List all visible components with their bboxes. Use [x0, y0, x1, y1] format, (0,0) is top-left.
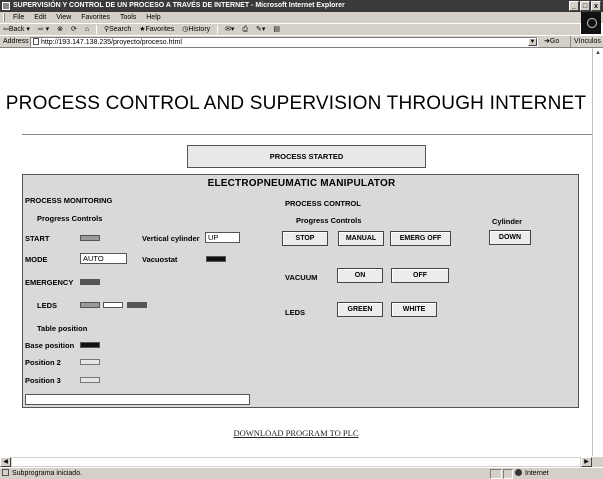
vacuum-off-button[interactable]: OFF	[391, 268, 449, 283]
process-status-banner: PROCESS STARTED	[187, 145, 426, 168]
window-titlebar: SUPERVISIÓN Y CONTROL DE UN PROCESO A TR…	[0, 0, 603, 12]
control-heading: PROCESS CONTROL	[285, 199, 361, 208]
emerg-off-button[interactable]: EMERG OFF	[390, 231, 451, 246]
table-position-label: Table position	[37, 324, 88, 333]
status-message: Subprograma iniciado.	[2, 468, 82, 479]
cylinder-down-button[interactable]: DOWN	[489, 230, 531, 245]
close-button[interactable]: x	[591, 1, 601, 11]
page-icon	[33, 38, 39, 45]
message-field	[25, 394, 250, 405]
position-3-indicator	[80, 377, 100, 383]
window-title: SUPERVISIÓN Y CONTROL DE UN PROCESO A TR…	[13, 2, 345, 9]
emergency-label: EMERGENCY	[25, 278, 74, 287]
led-indicator-2	[103, 302, 123, 308]
start-label: START	[25, 234, 50, 243]
scroll-right-icon[interactable]: ▶	[581, 457, 592, 467]
vacuostat-indicator	[206, 256, 226, 262]
internet-globe-icon	[515, 469, 522, 476]
toolbar-separator	[217, 24, 219, 34]
status-panel	[503, 469, 513, 479]
led-white-button[interactable]: WHITE	[391, 302, 437, 317]
horizontal-scrollbar[interactable]: ◀ ▶	[0, 456, 603, 467]
security-zone: Internet	[515, 468, 549, 479]
windows-logo-icon	[581, 12, 601, 34]
position-3-label: Position 3	[25, 376, 61, 385]
mode-field: AUTO	[80, 253, 127, 264]
horizontal-scroll-track[interactable]	[12, 458, 580, 466]
stop-button[interactable]: STOP	[282, 231, 328, 246]
led-indicator-1	[80, 302, 100, 308]
scroll-left-icon[interactable]: ◀	[0, 457, 11, 467]
position-2-indicator	[80, 359, 100, 365]
address-url: http://193.147.138.235/proyecto/proceso.…	[41, 39, 182, 46]
vacuostat-label: Vacuostat	[142, 255, 178, 264]
page-status-icon	[2, 469, 9, 476]
status-panel	[490, 469, 502, 479]
vertical-cylinder-label: Vertical cylinder	[142, 234, 200, 243]
menu-favorites[interactable]: Favorites	[77, 12, 114, 23]
control-leds-label: LEDS	[285, 308, 306, 317]
address-dropdown-icon[interactable]: ▼	[528, 38, 537, 46]
title-divider	[22, 134, 592, 135]
menu-tools[interactable]: Tools	[116, 12, 140, 23]
mode-label: MODE	[25, 255, 48, 264]
led-green-button[interactable]: GREEN	[337, 302, 383, 317]
window-controls: _ □ x	[568, 1, 601, 11]
monitoring-heading: PROCESS MONITORING	[25, 196, 113, 205]
vertical-scrollbar[interactable]: ▲	[592, 48, 603, 456]
monitoring-leds-label: LEDS	[37, 301, 58, 310]
base-position-label: Base position	[25, 341, 75, 350]
menu-help[interactable]: Help	[142, 12, 164, 23]
menu-view[interactable]: View	[52, 12, 75, 23]
standard-toolbar: ⇦Back ▾ ⇨ ▾ ⊗ ⟳ ⌂ ⚲Search ★Favorites ◷Hi…	[0, 23, 580, 35]
ie-app-icon	[2, 2, 10, 10]
menu-edit[interactable]: Edit	[30, 12, 50, 23]
vacuum-label: VACUUM	[285, 273, 318, 282]
scroll-up-icon[interactable]: ▲	[595, 50, 601, 56]
position-2-label: Position 2	[25, 358, 61, 367]
toolbar-separator	[96, 24, 97, 34]
manipulator-panel: ELECTROPNEUMATIC MANIPULATOR PROCESS MON…	[22, 174, 579, 408]
maximize-button[interactable]: □	[580, 1, 590, 11]
monitoring-progress-label: Progress Controls	[37, 214, 103, 223]
status-bar: Subprograma iniciado. Internet	[0, 467, 603, 479]
vacuum-on-button[interactable]: ON	[337, 268, 383, 283]
panel-heading: ELECTROPNEUMATIC MANIPULATOR	[207, 178, 396, 189]
minimize-button[interactable]: _	[569, 1, 579, 11]
menu-bar: File Edit View Favorites Tools Help	[0, 12, 603, 23]
menu-file[interactable]: File	[9, 12, 28, 23]
cylinder-label: Cylinder	[492, 217, 523, 226]
start-indicator	[80, 235, 100, 241]
address-bar: Address http://193.147.138.235/proyecto/…	[0, 35, 603, 48]
led-indicator-3	[127, 302, 147, 308]
address-input[interactable]: http://193.147.138.235/proyecto/proceso.…	[30, 37, 538, 47]
vertical-cylinder-field: UP	[205, 232, 240, 243]
download-program-link[interactable]: DOWNLOAD PROGRAM TO PLC	[0, 428, 592, 438]
page-content: PROCESS CONTROL AND SUPERVISION THROUGH …	[0, 48, 592, 456]
base-position-indicator	[80, 342, 100, 348]
control-progress-label: Progress Controls	[296, 216, 362, 225]
emergency-indicator	[80, 279, 100, 285]
menu-grip	[3, 13, 5, 22]
page-title: PROCESS CONTROL AND SUPERVISION THROUGH …	[5, 93, 587, 114]
manual-button[interactable]: MANUAL	[338, 231, 384, 246]
